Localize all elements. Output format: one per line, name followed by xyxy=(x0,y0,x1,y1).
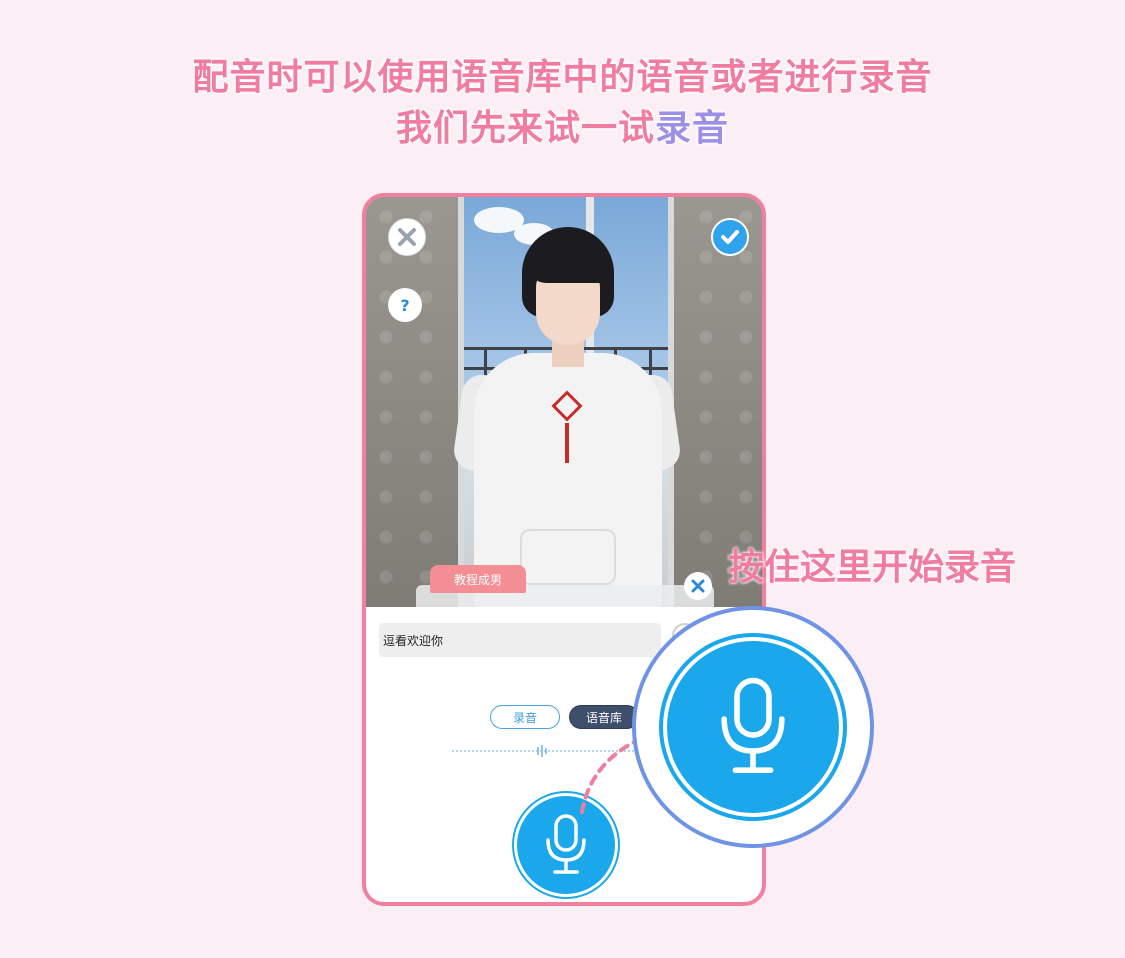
tassel xyxy=(565,423,569,463)
headline-line-2: 我们先来试一试录音 xyxy=(0,99,1125,151)
zoomed-record-button[interactable] xyxy=(663,637,843,817)
dialog-close-button[interactable] xyxy=(684,572,712,600)
close-icon xyxy=(691,579,705,593)
check-icon xyxy=(721,230,739,244)
headline-highlight: 录音 xyxy=(655,108,730,149)
callout-label: 按住这里开始录音 xyxy=(728,547,1017,588)
help-button[interactable]: ? xyxy=(388,288,422,322)
shirt-pocket xyxy=(520,529,616,585)
character-scene: ? 教程成男 xyxy=(366,197,762,607)
microphone-icon xyxy=(546,814,586,874)
headline-line-1: 配音时可以使用语音库中的语音或者进行录音 xyxy=(192,57,933,98)
hair-fringe xyxy=(528,247,608,283)
character-name-tag: 教程成男 xyxy=(430,565,526,593)
character-avatar xyxy=(451,227,683,607)
headline-prefix: 我们先来试一试 xyxy=(395,108,655,149)
confirm-button[interactable] xyxy=(711,218,749,256)
close-button[interactable] xyxy=(388,218,426,256)
record-mode-button[interactable]: 录音 xyxy=(490,705,560,729)
microphone-icon xyxy=(721,677,785,773)
close-icon xyxy=(398,228,416,246)
dialog-text-field[interactable]: 逗看欢迎你 xyxy=(379,623,661,657)
